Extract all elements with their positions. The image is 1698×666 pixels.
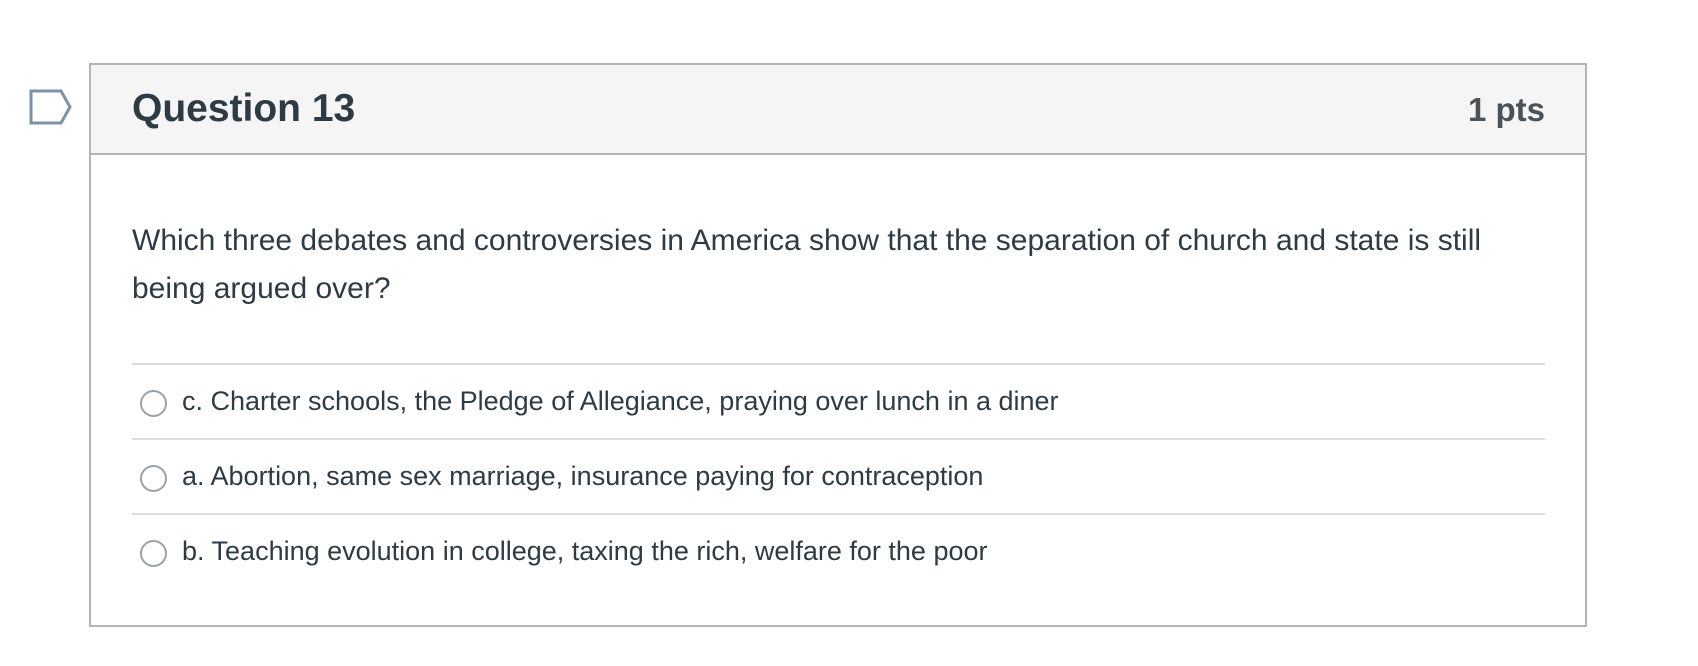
question-card: Question 13 1 pts Which three debates an… <box>89 63 1587 627</box>
question-body: Which three debates and controversies in… <box>91 155 1585 588</box>
answer-option-c[interactable]: c. Charter schools, the Pledge of Allegi… <box>132 363 1545 438</box>
radio-unchecked-icon[interactable] <box>140 465 167 492</box>
question-header: Question 13 1 pts <box>91 65 1585 155</box>
answer-label[interactable]: b. Teaching evolution in college, taxing… <box>182 535 988 567</box>
answer-list: c. Charter schools, the Pledge of Allegi… <box>132 363 1545 588</box>
radio-unchecked-icon[interactable] <box>140 390 167 417</box>
answer-option-b[interactable]: b. Teaching evolution in college, taxing… <box>132 513 1545 588</box>
answer-label[interactable]: c. Charter schools, the Pledge of Allegi… <box>182 385 1059 417</box>
question-points: 1 pts <box>1467 91 1545 128</box>
question-title: Question 13 <box>132 87 356 130</box>
answer-option-a[interactable]: a. Abortion, same sex marriage, insuranc… <box>132 438 1545 513</box>
flag-question-icon[interactable] <box>29 89 73 125</box>
question-text: Which three debates and controversies in… <box>132 224 1482 305</box>
radio-unchecked-icon[interactable] <box>140 540 167 567</box>
answer-label[interactable]: a. Abortion, same sex marriage, insuranc… <box>182 460 983 492</box>
